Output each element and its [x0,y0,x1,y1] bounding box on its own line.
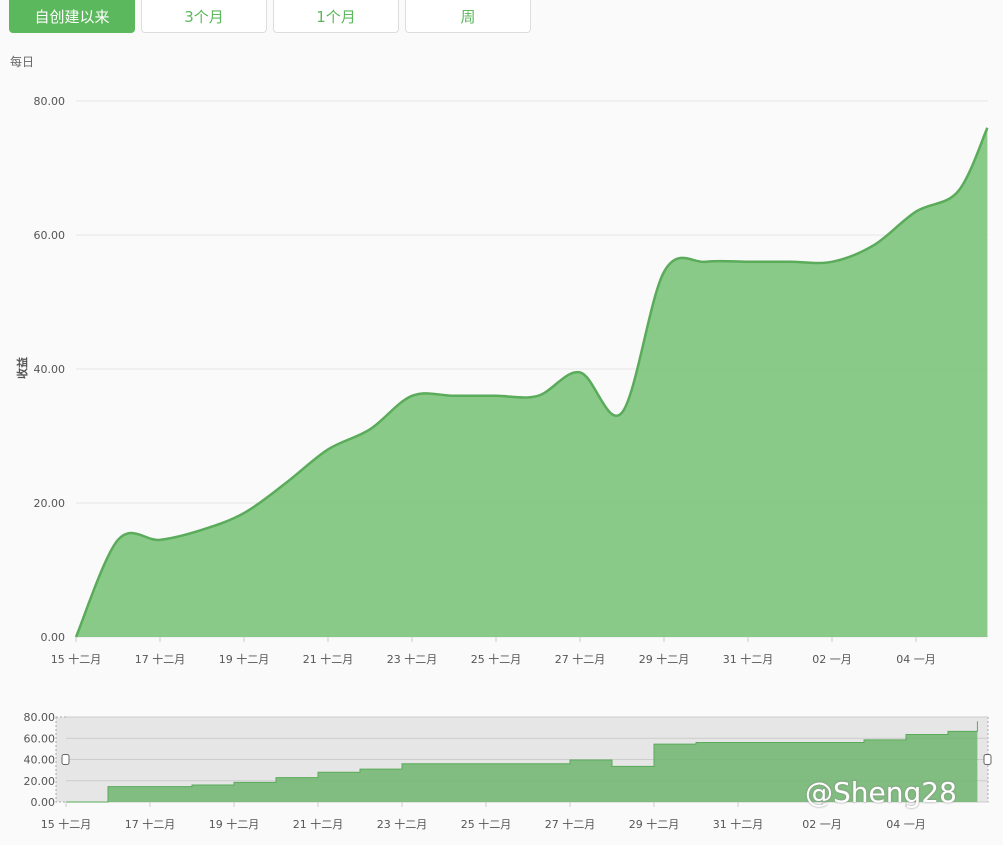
y-axis-label: 收益 [15,357,29,379]
y-tick-label: 40.00 [34,363,66,376]
y-tick-label: 20.00 [24,775,56,788]
x-tick-label: 29 十二月 [629,817,680,831]
x-tick-label: 31 十二月 [723,652,774,666]
x-tick-label: 19 十二月 [209,817,260,831]
x-tick-label: 21 十二月 [303,652,354,666]
y-tick-label: 20.00 [34,497,66,510]
y-tick-label: 60.00 [34,229,66,242]
x-tick-label: 15 十二月 [51,652,102,666]
x-tick-label: 29 十二月 [639,652,690,666]
x-tick-label: 02 一月 [802,818,842,831]
x-tick-label: 25 十二月 [471,652,522,666]
x-tick-label: 04 一月 [886,818,926,831]
x-tick-label: 02 一月 [812,653,852,666]
x-tick-label: 21 十二月 [293,817,344,831]
y-tick-label: 40.00 [24,754,56,767]
y-tick-label: 80.00 [34,95,66,108]
x-tick-label: 31 十二月 [713,817,764,831]
x-tick-label: 15 十二月 [41,817,92,831]
y-tick-label: 0.00 [41,631,66,644]
x-tick-label: 17 十二月 [135,652,186,666]
y-tick-label: 0.00 [31,796,56,809]
navigator-left-handle[interactable] [61,754,70,765]
y-tick-label: 60.00 [24,732,56,745]
x-tick-label: 27 十二月 [545,817,596,831]
earnings-chart: 0.00 20.00 40.00 60.00 80.00 15 十二月 17 十二月 19 十… [15,95,992,831]
navigator-right-handle[interactable] [983,754,992,765]
x-tick-label: 23 十二月 [387,652,438,666]
x-tick-label: 17 十二月 [125,817,176,831]
y-tick-label: 80.00 [24,711,56,724]
x-tick-label: 25 十二月 [461,817,512,831]
watermark: @Sheng28 [805,776,957,809]
x-tick-label: 27 十二月 [555,652,606,666]
x-tick-label: 23 十二月 [377,817,428,831]
earnings-area [76,127,988,638]
x-tick-label: 04 一月 [896,653,936,666]
x-tick-label: 19 十二月 [219,652,270,666]
